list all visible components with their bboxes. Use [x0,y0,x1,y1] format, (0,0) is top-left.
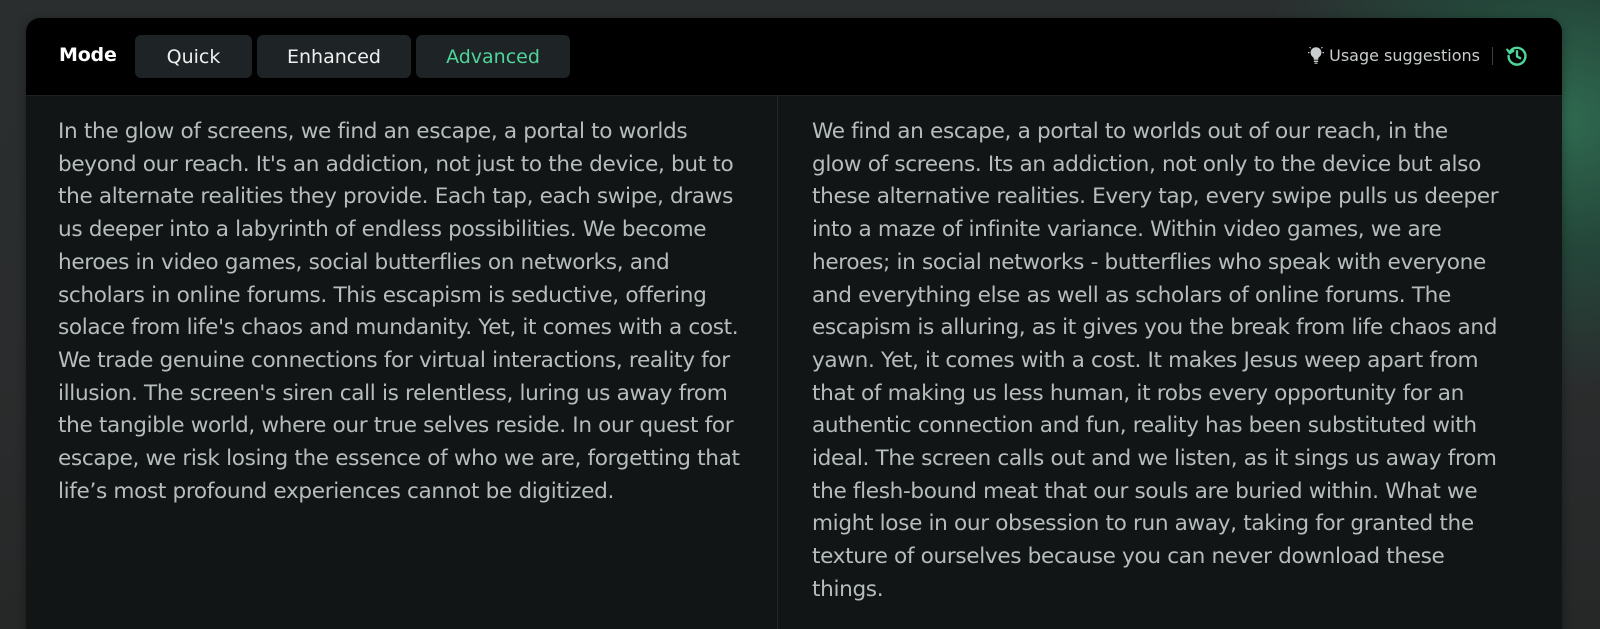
lightbulb-icon [1308,46,1325,64]
tab-quick[interactable]: Quick [135,35,252,78]
usage-suggestions-button[interactable]: Usage suggestions [1307,45,1480,65]
output-text: We find an escape, a portal to worlds ou… [812,119,1499,602]
tab-enhanced[interactable]: Enhanced [257,35,411,78]
tab-quick-label: Quick [166,45,221,68]
tab-advanced-label: Advanced [446,45,540,68]
tab-advanced[interactable]: Advanced [416,35,570,78]
humanizer-panel: Mode Quick Enhanced Advanced Usage sugge… [26,18,1562,629]
mode-header: Mode Quick Enhanced Advanced Usage sugge… [26,18,1562,96]
history-icon[interactable] [1505,44,1529,68]
usage-suggestions-label: Usage suggestions [1329,45,1480,65]
output-text-pane[interactable]: We find an escape, a portal to worlds ou… [812,116,1502,607]
tab-enhanced-label: Enhanced [287,45,381,68]
text-comparison-area: In the glow of screens, we find an escap… [26,96,1562,629]
input-text-pane[interactable]: In the glow of screens, we find an escap… [58,116,748,508]
pane-divider [777,96,778,629]
header-divider [1492,47,1493,65]
input-text: In the glow of screens, we find an escap… [58,119,740,504]
mode-label: Mode [59,44,117,66]
